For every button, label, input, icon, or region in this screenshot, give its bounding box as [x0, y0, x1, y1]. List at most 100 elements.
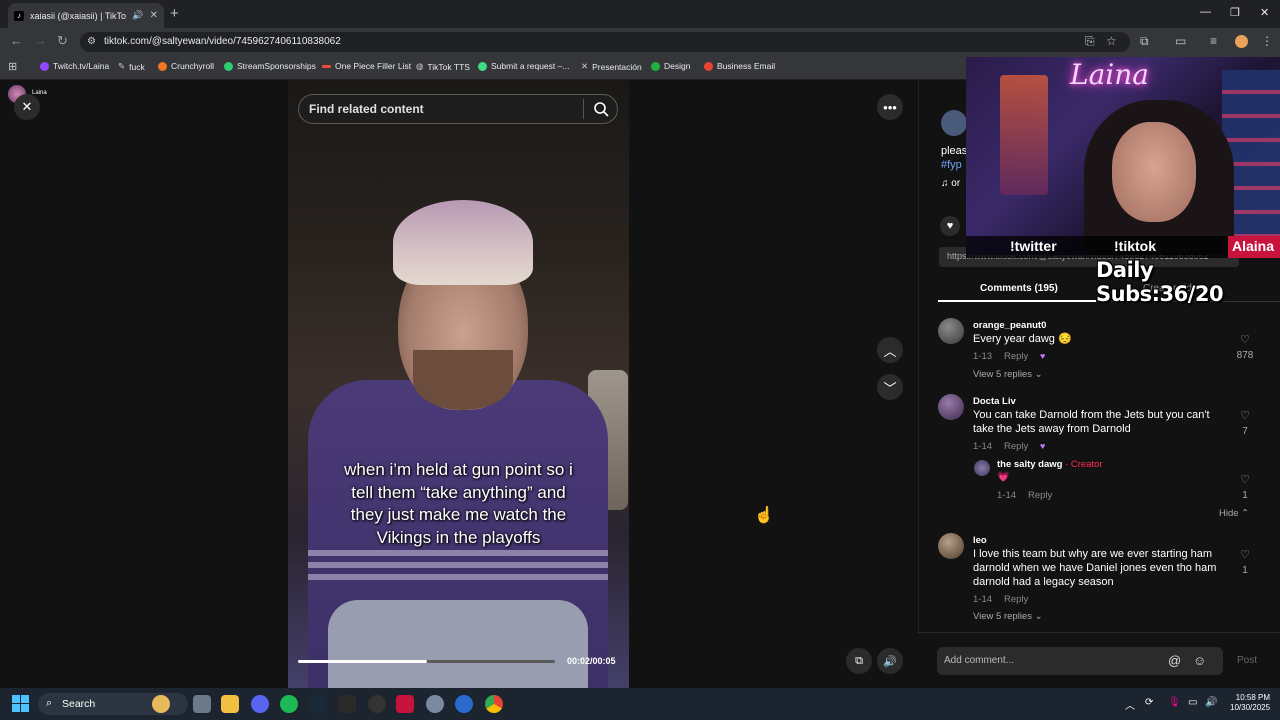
file-explorer-icon[interactable] — [221, 695, 239, 713]
bookmark-streamsponsorships[interactable]: StreamSponsorships — [224, 61, 316, 71]
like-count: 1 — [1242, 490, 1248, 501]
bookmark-business-email[interactable]: Business Email — [704, 61, 775, 71]
capture-icon[interactable] — [396, 695, 414, 713]
sponsorship-icon — [224, 61, 233, 71]
bookmark-onepiece[interactable]: One Piece Filler List — [322, 61, 411, 71]
close-window-icon[interactable]: ✕ — [1260, 6, 1269, 19]
speaker-icon[interactable]: 🔊 — [1205, 697, 1217, 708]
reply-button[interactable]: Reply — [1004, 594, 1028, 605]
browser-app-icon[interactable] — [426, 695, 444, 713]
reply-author[interactable]: the salty dawg · Creator — [997, 459, 1103, 470]
comment-placeholder: Add comment... — [944, 655, 1015, 666]
bookmark-star-icon[interactable]: ☆ — [1106, 34, 1117, 48]
emoji-icon[interactable]: ☺ — [1193, 653, 1206, 668]
extensions-icon[interactable]: ⧉ — [1140, 34, 1149, 49]
tray-chevron-icon[interactable]: ︿ — [1125, 697, 1135, 712]
hand-cursor-icon: ☝ — [754, 507, 774, 524]
install-icon[interactable]: ⎘ — [1085, 34, 1095, 49]
bookmark-tiktok-tts[interactable]: ◍ TikTok TTS — [416, 61, 470, 72]
browser-tab[interactable]: ♪ xaiasii (@xaiasii) | TikTok 🔊 ✕ — [8, 3, 164, 28]
close-tab-icon[interactable]: ✕ — [150, 10, 158, 21]
bookmark-label: Twitch.tv/Laina — [53, 61, 110, 71]
sound-link[interactable]: ♫ or — [941, 178, 960, 189]
tiktok-command: !tiktok — [1114, 238, 1156, 254]
bookmark-presentacion[interactable]: ✕ Presentación — [581, 61, 642, 72]
comment-author[interactable]: Docta Liv — [973, 396, 1016, 407]
hashtag-link[interactable]: #fyp — [941, 159, 962, 171]
heart-icon[interactable]: ♡ — [1235, 548, 1255, 561]
bookmark-label: One Piece Filler List — [335, 61, 412, 71]
menu-icon[interactable]: ⋮ — [1261, 34, 1273, 48]
minimize-icon[interactable]: — — [1200, 6, 1211, 18]
audio-icon[interactable]: 🔊 — [132, 10, 143, 21]
forward-icon[interactable]: → — [34, 33, 47, 48]
like-button[interactable]: ♥ — [940, 216, 960, 236]
chrome-icon[interactable] — [485, 695, 503, 713]
avatar[interactable] — [974, 460, 990, 476]
steam-icon[interactable] — [309, 695, 327, 713]
bookmark-design[interactable]: Design — [651, 61, 690, 71]
video-description: pleas — [941, 145, 968, 157]
clock[interactable]: 10:58 PM 10/30/2025 — [1230, 693, 1270, 713]
tab-comments[interactable]: Comments (195) — [980, 283, 1058, 294]
volume-button[interactable]: 🔊 — [877, 648, 903, 674]
bookmark-crunchyroll[interactable]: Crunchyroll — [158, 61, 214, 71]
mic-icon[interactable]: 🎙 — [1168, 697, 1181, 708]
previous-video-button[interactable]: ︿ — [877, 337, 903, 363]
maximize-icon[interactable]: ❐ — [1230, 6, 1240, 19]
heart-icon[interactable]: ♡ — [1235, 473, 1255, 486]
creator-avatar[interactable] — [941, 110, 967, 136]
next-video-button[interactable]: ﹀ — [877, 374, 903, 400]
obs-icon[interactable] — [368, 695, 386, 713]
comment-date: 1-14 — [973, 441, 993, 452]
site-info-icon[interactable]: ⚙ — [87, 36, 96, 47]
comment-text: I love this team but why are we ever sta… — [973, 548, 1217, 588]
new-tab-button[interactable]: + — [170, 5, 179, 22]
discord-icon[interactable] — [251, 695, 269, 713]
reload-icon[interactable]: ↻ — [57, 33, 68, 49]
bookmark-twitch[interactable]: Twitch.tv/Laina — [40, 61, 109, 71]
close-button[interactable]: ✕ — [14, 94, 40, 120]
windows-start-icon[interactable] — [12, 695, 29, 712]
comment-author[interactable]: orange_peanut0 — [973, 320, 1046, 331]
comment-author[interactable]: leo — [973, 535, 987, 546]
task-view-icon[interactable] — [193, 695, 211, 713]
reply-button[interactable]: Reply — [1004, 351, 1028, 362]
post-button[interactable]: Post — [1237, 655, 1257, 666]
beard — [413, 350, 513, 410]
view-replies-button[interactable]: View 5 replies ⌄ — [973, 611, 1043, 622]
heart-icon[interactable]: ♡ — [1235, 409, 1255, 422]
search-icon[interactable] — [592, 100, 610, 118]
comment-text: Every year dawg 😔 — [973, 333, 1072, 345]
bookmark-fuck[interactable]: ✎ fuck — [118, 61, 145, 72]
reply-button[interactable]: Reply — [1004, 441, 1028, 452]
apps-icon[interactable]: ⊞ — [8, 60, 17, 73]
profile-avatar[interactable] — [1235, 35, 1248, 48]
bookmark-label: Design — [664, 61, 691, 71]
creator-liked-icon: ♥ — [1040, 351, 1046, 361]
media-icon[interactable]: ≡ — [1210, 34, 1217, 48]
mention-icon[interactable]: @ — [1168, 653, 1181, 668]
url-text[interactable]: tiktok.com/@saltyewan/video/745962740611… — [104, 36, 341, 47]
video-player[interactable] — [288, 80, 629, 688]
app-icon[interactable] — [455, 695, 473, 713]
mini-player-button[interactable]: ⧉ — [846, 648, 872, 674]
view-replies-button[interactable]: View 5 replies ⌄ — [973, 369, 1043, 380]
network-icon[interactable]: ▭ — [1188, 697, 1197, 708]
cast-icon[interactable]: ▭ — [1175, 34, 1186, 48]
bookmark-label: TikTok TTS — [427, 61, 470, 72]
pen-icon: ✎ — [118, 61, 126, 71]
hide-replies-button[interactable]: Hide ⌃ — [1219, 508, 1249, 519]
heart-icon[interactable]: ♡ — [1235, 333, 1255, 346]
widget-icon[interactable] — [152, 695, 170, 713]
spotify-icon[interactable] — [280, 695, 298, 713]
app-icon[interactable] — [338, 695, 356, 713]
avatar[interactable] — [938, 533, 964, 559]
avatar[interactable] — [938, 394, 964, 420]
sync-icon[interactable]: ⟳ — [1145, 697, 1153, 708]
reply-button[interactable]: Reply — [1028, 490, 1052, 501]
bookmark-submit-request[interactable]: Submit a request –... — [478, 61, 569, 71]
avatar[interactable] — [938, 318, 964, 344]
more-options-button[interactable]: ••• — [877, 94, 903, 120]
back-icon[interactable]: ← — [10, 33, 23, 48]
